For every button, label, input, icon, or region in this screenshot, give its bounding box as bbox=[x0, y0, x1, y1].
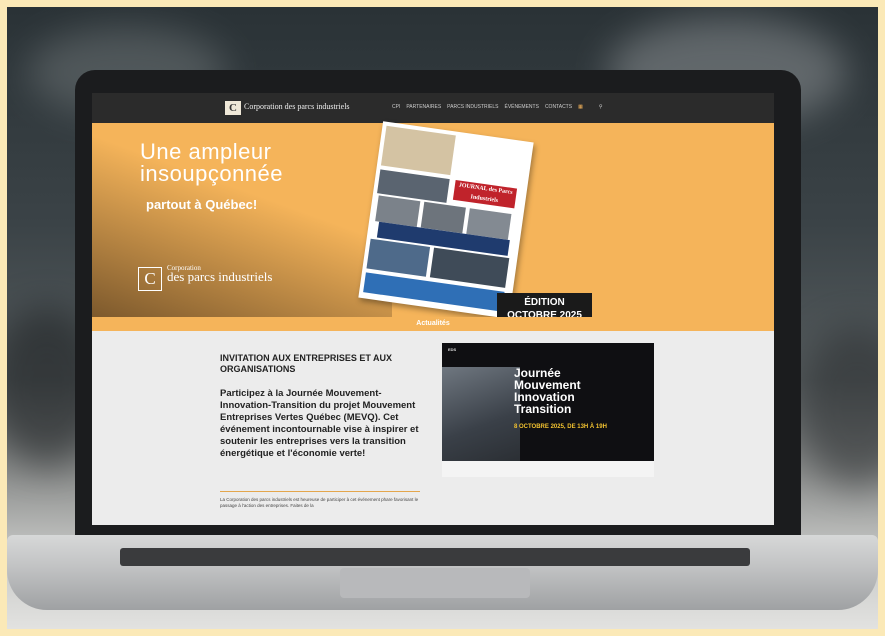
hero-headline-line2: insoupçonnée bbox=[140, 161, 284, 186]
nav-item-partenaires[interactable]: PARTENAIRES bbox=[406, 104, 441, 110]
event-poster[interactable]: EDS Journée Mouvement Innovation Transit… bbox=[442, 343, 654, 477]
hero-banner: Une ampleur insoupçonnée partout à Québe… bbox=[92, 121, 774, 328]
search-icon[interactable]: ⚲ bbox=[599, 104, 603, 110]
magazine-photo-top bbox=[380, 125, 456, 176]
nav-menu: CPI PARTENAIRES PARCS INDUSTRIELS ÉVÉNEM… bbox=[392, 104, 602, 110]
hero-headline: Une ampleur insoupçonnée bbox=[140, 141, 283, 185]
laptop-screen: C Corporation des parcs industriels CPI … bbox=[92, 93, 774, 525]
event-title: Journée Mouvement Innovation Transition bbox=[514, 367, 581, 415]
event-aerial-photo bbox=[442, 367, 520, 461]
article-title[interactable]: INVITATION AUX ENTREPRISES ET AUX ORGANI… bbox=[220, 353, 420, 375]
laptop-keyboard-edge bbox=[120, 548, 750, 566]
event-poster-header: EDS bbox=[448, 347, 457, 352]
nav-item-evenements[interactable]: ÉVÉNEMENTS bbox=[504, 104, 538, 110]
article-excerpt: La Corporation des parcs industriels est… bbox=[220, 497, 419, 508]
magazine-photo-bottom-left bbox=[366, 238, 431, 277]
nav-item-cpi[interactable]: CPI bbox=[392, 104, 400, 110]
nav-item-contacts[interactable]: CONTACTS bbox=[545, 104, 572, 110]
news-section: INVITATION AUX ENTREPRISES ET AUX ORGANI… bbox=[92, 331, 774, 525]
event-date: 8 OCTOBRE 2025, DE 13H À 19H bbox=[514, 424, 607, 430]
hero-headline-line1: Une ampleur bbox=[140, 139, 272, 164]
magazine-cover[interactable]: JOURNAL des Parcs Industriels bbox=[358, 121, 534, 319]
section-label-actualites: Actualités bbox=[92, 317, 774, 331]
magazine-title: JOURNAL des Parcs Industriels bbox=[452, 179, 518, 209]
event-sponsor-logos bbox=[442, 461, 654, 477]
site-logo-text[interactable]: Corporation des parcs industriels bbox=[244, 102, 350, 111]
brand-logo-mark: C bbox=[138, 267, 162, 291]
event-title-line4: Transition bbox=[514, 402, 572, 416]
blurred-dark-right bbox=[797, 327, 878, 487]
hero-tagline: partout à Québec! bbox=[146, 197, 258, 212]
article-lead: Participez à la Journée Mouvement-Innova… bbox=[220, 388, 419, 459]
site-logo-mark[interactable]: C bbox=[225, 101, 241, 115]
site-navbar: C Corporation des parcs industriels CPI … bbox=[92, 93, 774, 123]
laptop-trackpad bbox=[340, 568, 530, 598]
grid-icon[interactable]: ▦ bbox=[578, 104, 583, 110]
nav-item-parcs[interactable]: PARCS INDUSTRIELS bbox=[447, 104, 498, 110]
article-divider bbox=[220, 491, 420, 492]
brand-logo-text: des parcs industriels bbox=[167, 269, 273, 284]
edition-line1: ÉDITION bbox=[524, 297, 565, 308]
